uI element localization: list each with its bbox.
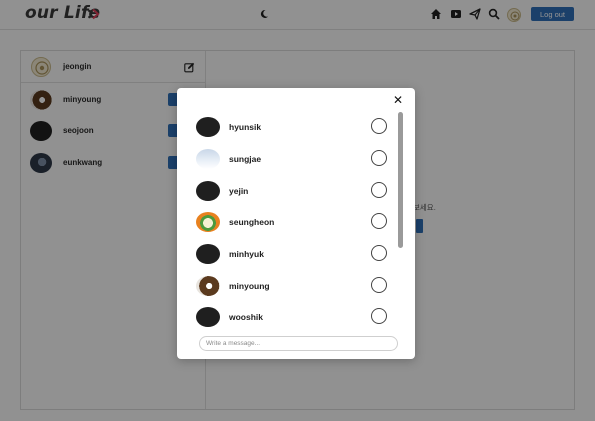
user-name: seungheon [229,217,275,227]
user-avatar [196,181,220,201]
user-name: sungjae [229,154,262,164]
share-dialog: ✕ hyunsik sungjae yejin seungheon minhyu… [177,88,415,359]
scrollbar-thumb[interactable] [398,112,403,248]
select-radio[interactable] [371,308,387,324]
user-select-row[interactable]: minhyuk [177,240,399,270]
user-select-row[interactable]: yejin [177,177,399,207]
user-avatar [196,307,220,327]
user-select-row[interactable]: seungheon [177,208,399,238]
user-select-row[interactable]: sungjae [177,145,399,175]
user-name: minhyuk [229,249,264,259]
user-select-list: hyunsik sungjae yejin seungheon minhyuk … [177,110,399,332]
message-input[interactable] [199,336,398,351]
user-avatar [196,117,220,137]
user-select-row[interactable]: minyoung [177,272,399,302]
user-avatar [196,276,220,296]
user-name: wooshik [229,312,264,322]
user-avatar [196,212,220,232]
user-select-row[interactable]: wooshik [177,303,399,332]
select-radio[interactable] [371,277,387,293]
select-radio[interactable] [371,213,387,229]
user-avatar [196,149,220,169]
select-radio[interactable] [371,118,387,134]
user-avatar [196,244,220,264]
user-name: yejin [229,186,249,196]
user-name: minyoung [229,281,270,291]
close-icon[interactable]: ✕ [391,93,405,107]
select-radio[interactable] [371,182,387,198]
select-radio[interactable] [371,150,387,166]
select-radio[interactable] [371,245,387,261]
user-name: hyunsik [229,122,262,132]
user-select-row[interactable]: hyunsik [177,113,399,143]
